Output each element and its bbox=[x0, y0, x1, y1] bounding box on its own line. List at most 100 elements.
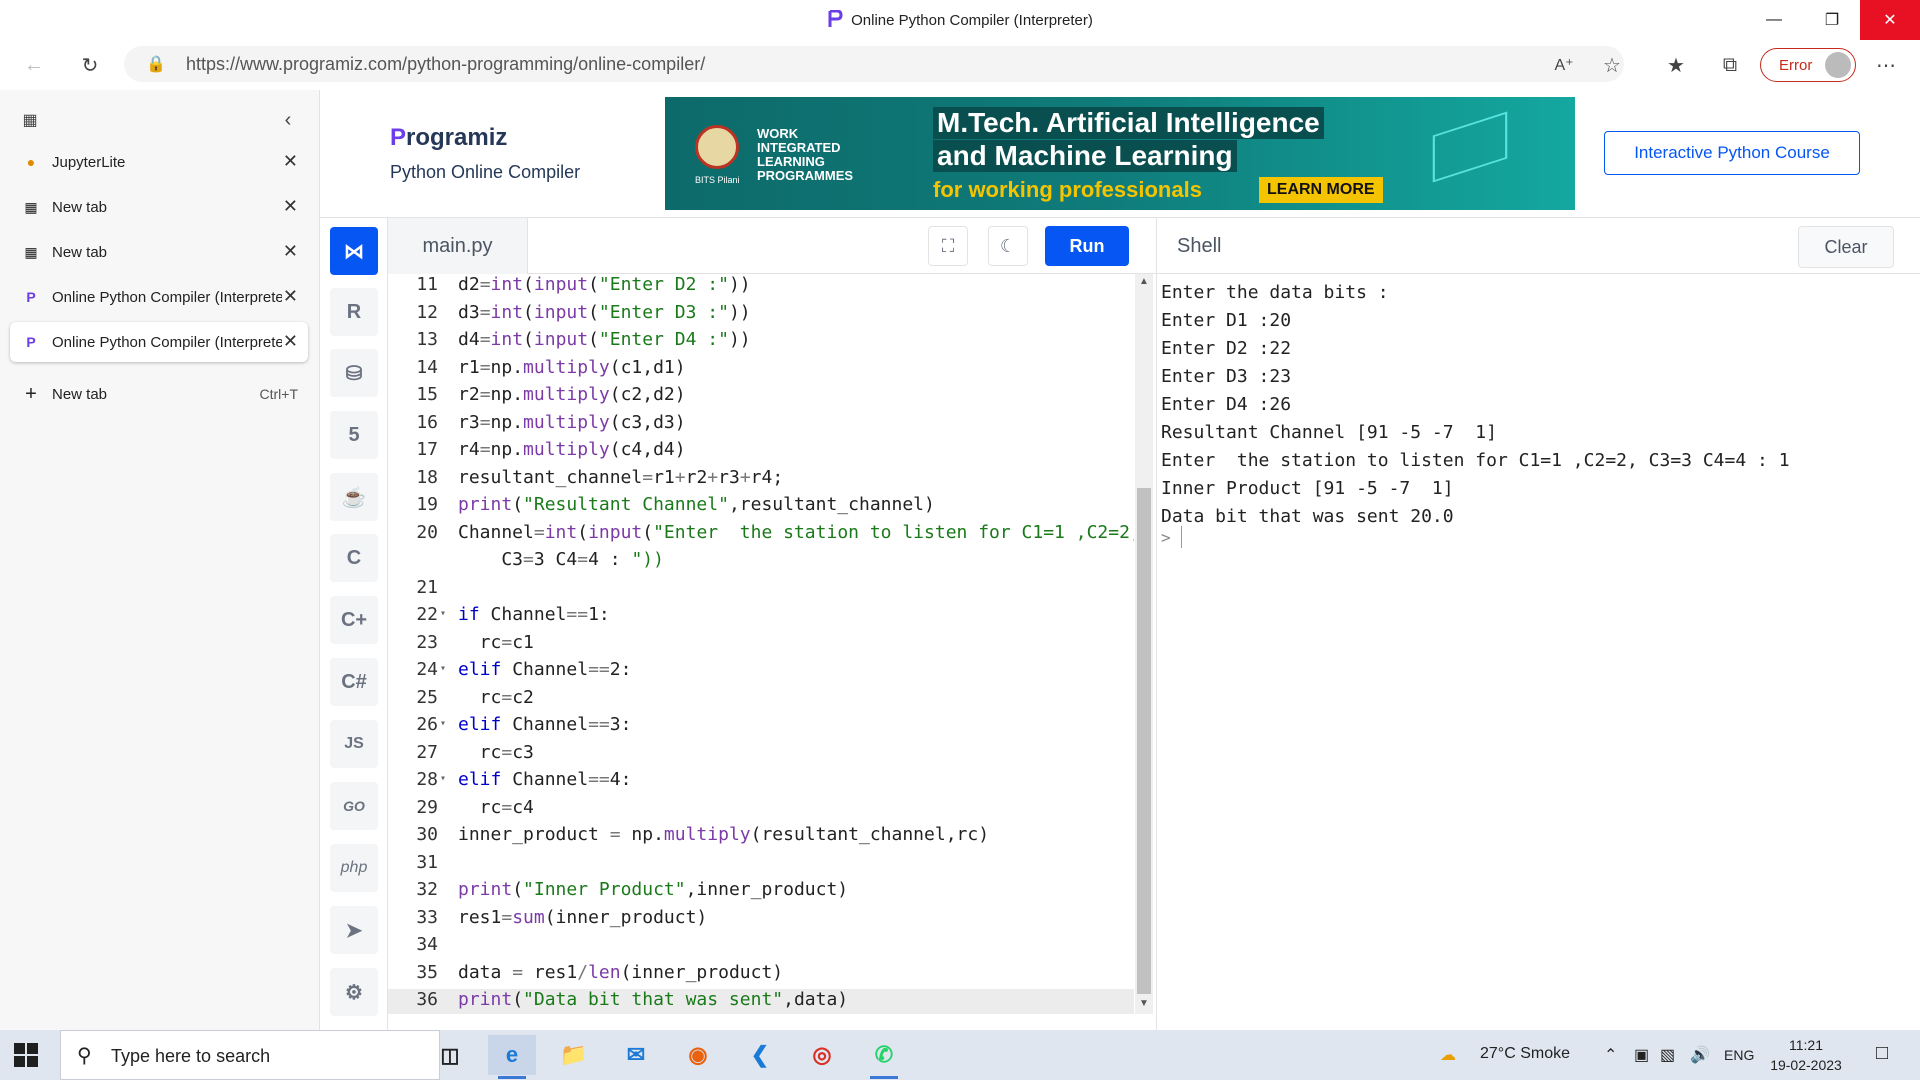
code-editor[interactable]: 11 d2=int(input("Enter D2 :")) 12 d3=int(in… bbox=[388, 274, 1134, 1014]
fold-arrow-icon[interactable]: ▾ bbox=[440, 718, 446, 729]
programiz-logo[interactable]: Programiz bbox=[390, 124, 507, 152]
code-text[interactable]: elif Channel==4: bbox=[458, 769, 631, 790]
refresh-icon[interactable]: ↻ bbox=[74, 49, 106, 81]
code-text[interactable]: resultant_channel=r1+r2+r3+r4; bbox=[458, 467, 783, 488]
fold-arrow-icon[interactable]: ▾ bbox=[440, 773, 446, 784]
code-text[interactable]: r3=np.multiply(c3,d3) bbox=[458, 412, 686, 433]
tab-programiz-2[interactable]: P Online Python Compiler (Interpreter) ✕ bbox=[10, 322, 308, 362]
tab-programiz-1[interactable]: P Online Python Compiler (Interpreter) ✕ bbox=[10, 277, 308, 317]
code-text[interactable]: rc=c1 bbox=[458, 632, 534, 653]
code-text[interactable]: r1=np.multiply(c1,d1) bbox=[458, 357, 686, 378]
close-tab-icon[interactable]: ✕ bbox=[283, 286, 298, 307]
code-text[interactable]: r4=np.multiply(c4,d4) bbox=[458, 439, 686, 460]
file-tab-main-py[interactable]: main.py bbox=[388, 218, 528, 274]
code-text[interactable]: r2=np.multiply(c2,d2) bbox=[458, 384, 686, 405]
network-icon[interactable]: ▣ bbox=[1634, 1045, 1649, 1065]
code-line[interactable]: 23 rc=c1 bbox=[388, 632, 1134, 660]
csharp-language-icon[interactable]: C# bbox=[330, 658, 378, 706]
taskbar-search[interactable]: ⚲ Type here to search bbox=[60, 1030, 440, 1080]
task-view-icon[interactable]: ◫ bbox=[426, 1035, 474, 1075]
code-line[interactable]: 11 d2=int(input("Enter D2 :")) bbox=[388, 274, 1134, 302]
url-text[interactable]: https://www.programiz.com/python-program… bbox=[186, 54, 705, 75]
shell-output[interactable]: > Enter the data bits : Enter D1 :20 Enter… bbox=[1156, 274, 1920, 1030]
code-line[interactable]: 12 d3=int(input("Enter D3 :")) bbox=[388, 302, 1134, 330]
dark-mode-button[interactable]: ☾ bbox=[988, 226, 1028, 266]
code-text[interactable]: d3=int(input("Enter D3 :")) bbox=[458, 302, 751, 323]
firefox-icon[interactable]: ◉ bbox=[674, 1035, 722, 1075]
code-line[interactable]: 25 rc=c2 bbox=[388, 687, 1134, 715]
code-text[interactable]: rc=c3 bbox=[458, 742, 534, 763]
fold-arrow-icon[interactable]: ▾ bbox=[440, 663, 446, 674]
tab-new-2[interactable]: ▦ New tab ✕ bbox=[10, 232, 308, 272]
code-line[interactable]: 21 bbox=[388, 577, 1134, 605]
lock-icon[interactable]: 🔒 bbox=[146, 54, 166, 74]
chrome-icon[interactable]: ◎ bbox=[798, 1035, 846, 1075]
fullscreen-button[interactable]: ⛶ bbox=[928, 226, 968, 266]
fold-arrow-icon[interactable]: ▾ bbox=[440, 608, 446, 619]
more-icon[interactable]: ⋯ bbox=[1870, 49, 1902, 81]
collapse-panel-icon[interactable]: ‹ bbox=[272, 104, 304, 136]
tab-actions-icon[interactable]: ▦ bbox=[14, 104, 46, 136]
code-text[interactable]: rc=c4 bbox=[458, 797, 534, 818]
battery-icon[interactable]: ▧ bbox=[1660, 1045, 1675, 1065]
close-tab-icon[interactable]: ✕ bbox=[283, 151, 298, 172]
code-line[interactable]: 31 bbox=[388, 852, 1134, 880]
language-indicator[interactable]: ENG bbox=[1724, 1047, 1754, 1063]
minimize-button[interactable]: — bbox=[1744, 0, 1804, 40]
notification-icon[interactable]: □ bbox=[1876, 1042, 1888, 1065]
restore-button[interactable]: ❐ bbox=[1802, 0, 1862, 40]
code-line[interactable]: 26 ▾ elif Channel==3: bbox=[388, 714, 1134, 742]
code-text[interactable]: rc=c2 bbox=[458, 687, 534, 708]
ad-banner[interactable]: BITS Pilani WORK INTEGRATED LEARNING PRO… bbox=[665, 97, 1575, 210]
run-button[interactable]: Run bbox=[1045, 226, 1129, 266]
address-bar[interactable]: 🔒 https://www.programiz.com/python-progr… bbox=[124, 46, 1624, 82]
clear-button[interactable]: Clear bbox=[1798, 226, 1894, 268]
code-line[interactable]: 28 ▾ elif Channel==4: bbox=[388, 769, 1134, 797]
code-text[interactable]: print("Data bit that was sent",data) bbox=[458, 989, 848, 1010]
file-explorer-icon[interactable]: 📁 bbox=[550, 1035, 598, 1075]
windows-start-icon[interactable] bbox=[14, 1043, 38, 1067]
code-line[interactable]: 33 res1=sum(inner_product) bbox=[388, 907, 1134, 935]
code-text[interactable]: data = res1/len(inner_product) bbox=[458, 962, 783, 983]
code-line[interactable]: 20 Channel=int(input("Enter the station t… bbox=[388, 522, 1134, 550]
profile-error-button[interactable]: Error bbox=[1760, 48, 1856, 82]
tab-new-1[interactable]: ▦ New tab ✕ bbox=[10, 187, 308, 227]
rust-language-icon[interactable]: ⚙ bbox=[330, 968, 378, 1016]
code-text[interactable]: inner_product = np.multiply(resultant_ch… bbox=[458, 824, 989, 845]
learn-more-button[interactable]: LEARN MORE bbox=[1259, 177, 1383, 203]
code-line[interactable]: 18 resultant_channel=r1+r2+r3+r4; bbox=[388, 467, 1134, 495]
read-aloud-icon[interactable]: A⁺ bbox=[1548, 49, 1580, 81]
cpp-language-icon[interactable]: C+ bbox=[330, 596, 378, 644]
code-line[interactable]: 19 print("Resultant Channel",resultant_ch… bbox=[388, 494, 1134, 522]
weather-icon[interactable]: ☁ bbox=[1440, 1045, 1456, 1065]
code-text[interactable]: C3=3 C4=4 : ")) bbox=[458, 549, 664, 570]
code-text[interactable]: elif Channel==3: bbox=[458, 714, 631, 735]
code-line[interactable]: 17 r4=np.multiply(c4,d4) bbox=[388, 439, 1134, 467]
swift-language-icon[interactable]: ➤ bbox=[330, 906, 378, 954]
vscode-icon[interactable]: ❮ bbox=[736, 1035, 784, 1075]
volume-icon[interactable]: 🔊 bbox=[1690, 1045, 1710, 1065]
interactive-course-button[interactable]: Interactive Python Course bbox=[1604, 131, 1860, 175]
go-language-icon[interactable]: GO bbox=[330, 782, 378, 830]
html-language-icon[interactable]: 5 bbox=[330, 411, 378, 459]
clock[interactable]: 11:21 19-02-2023 bbox=[1766, 1035, 1846, 1075]
mail-icon[interactable]: ✉ bbox=[612, 1035, 660, 1075]
editor-scrollbar[interactable]: ▲ ▼ bbox=[1135, 274, 1153, 1014]
code-line[interactable]: 16 r3=np.multiply(c3,d3) bbox=[388, 412, 1134, 440]
code-text[interactable]: Channel=int(input("Enter the station to … bbox=[458, 522, 1134, 543]
close-tab-icon[interactable]: ✕ bbox=[283, 241, 298, 262]
code-line[interactable]: 22 ▾ if Channel==1: bbox=[388, 604, 1134, 632]
scroll-up-icon[interactable]: ▲ bbox=[1139, 276, 1149, 287]
weather-text[interactable]: 27°C Smoke bbox=[1480, 1045, 1570, 1063]
code-text[interactable]: d2=int(input("Enter D2 :")) bbox=[458, 274, 751, 295]
code-line[interactable]: C3=3 C4=4 : ")) bbox=[388, 549, 1134, 577]
js-language-icon[interactable]: JS bbox=[330, 720, 378, 768]
c-language-icon[interactable]: C bbox=[330, 534, 378, 582]
new-tab-button[interactable]: + New tab Ctrl+T bbox=[10, 374, 308, 414]
code-line[interactable]: 30 inner_product = np.multiply(resultant_… bbox=[388, 824, 1134, 852]
code-line[interactable]: 15 r2=np.multiply(c2,d2) bbox=[388, 384, 1134, 412]
close-tab-icon[interactable]: ✕ bbox=[283, 331, 298, 352]
code-line[interactable]: 14 r1=np.multiply(c1,d1) bbox=[388, 357, 1134, 385]
code-text[interactable]: elif Channel==2: bbox=[458, 659, 631, 680]
scrollbar-thumb[interactable] bbox=[1137, 488, 1151, 994]
